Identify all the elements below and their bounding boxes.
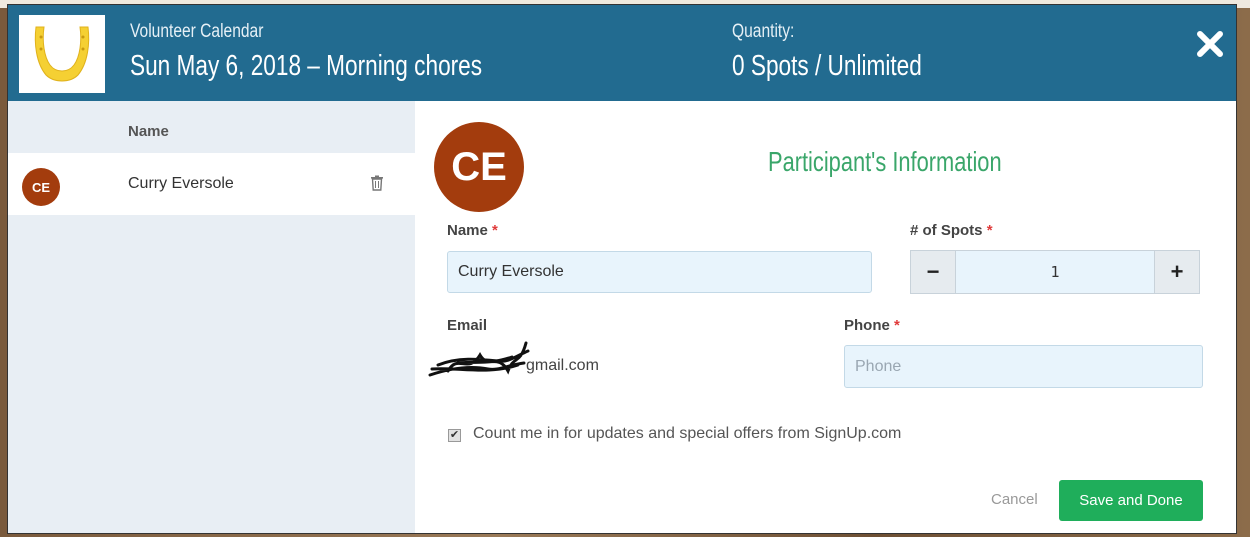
section-title: Participant's Information	[768, 146, 1002, 177]
calendar-title: Volunteer Calendar	[130, 21, 264, 42]
participant-name: Curry Eversole	[128, 175, 234, 192]
avatar: CE	[22, 168, 60, 206]
updates-label: Count me in for updates and special offe…	[473, 425, 902, 442]
close-button[interactable]	[1193, 27, 1227, 61]
spots-value[interactable]: 1	[956, 250, 1154, 294]
name-field-value: Curry Eversole	[458, 263, 564, 280]
spots-label: # of Spots *	[910, 222, 993, 239]
email-value: gmail.com	[526, 357, 599, 374]
list-header: Name	[8, 101, 415, 153]
required-marker: *	[894, 317, 900, 334]
decrement-button[interactable]: −	[910, 250, 956, 294]
required-marker: *	[986, 222, 993, 239]
delete-button[interactable]	[370, 175, 384, 196]
cancel-button[interactable]: Cancel	[991, 491, 1038, 508]
required-marker: *	[492, 222, 498, 239]
save-and-done-button[interactable]: Save and Done	[1059, 480, 1203, 521]
increment-button[interactable]: +	[1154, 250, 1200, 294]
modal-header: Volunteer Calendar Sun May 6, 2018 – Mor…	[8, 5, 1236, 101]
phone-field[interactable]: Phone	[844, 345, 1203, 388]
trash-icon	[371, 175, 383, 191]
spots-stepper: − 1 +	[910, 250, 1200, 294]
participant-avatar: CE	[434, 122, 524, 212]
email-label: Email	[447, 317, 488, 334]
name-label: Name *	[447, 222, 498, 239]
updates-checkbox[interactable]: ✔	[448, 429, 461, 442]
signup-modal: Volunteer Calendar Sun May 6, 2018 – Mor…	[8, 5, 1236, 533]
phone-label-text: Phone	[844, 317, 890, 334]
quantity-value: 0 Spots / Unlimited	[732, 50, 922, 82]
event-date-title: Sun May 6, 2018 – Morning chores	[130, 50, 483, 82]
participant-list: Name CE Curry Eversole	[8, 101, 415, 533]
spots-label-text: # of Spots	[910, 222, 983, 239]
name-label-text: Name	[447, 222, 488, 239]
list-item[interactable]: CE Curry Eversole	[8, 153, 415, 215]
name-column-header: Name	[128, 123, 169, 140]
horseshoe-icon	[34, 26, 90, 82]
phone-placeholder: Phone	[855, 357, 902, 375]
close-icon	[1197, 31, 1223, 57]
event-logo	[19, 15, 105, 93]
redaction-scribble	[428, 341, 530, 377]
quantity-label: Quantity:	[732, 21, 795, 42]
phone-label: Phone *	[844, 317, 900, 334]
name-field[interactable]: Curry Eversole	[447, 251, 872, 293]
